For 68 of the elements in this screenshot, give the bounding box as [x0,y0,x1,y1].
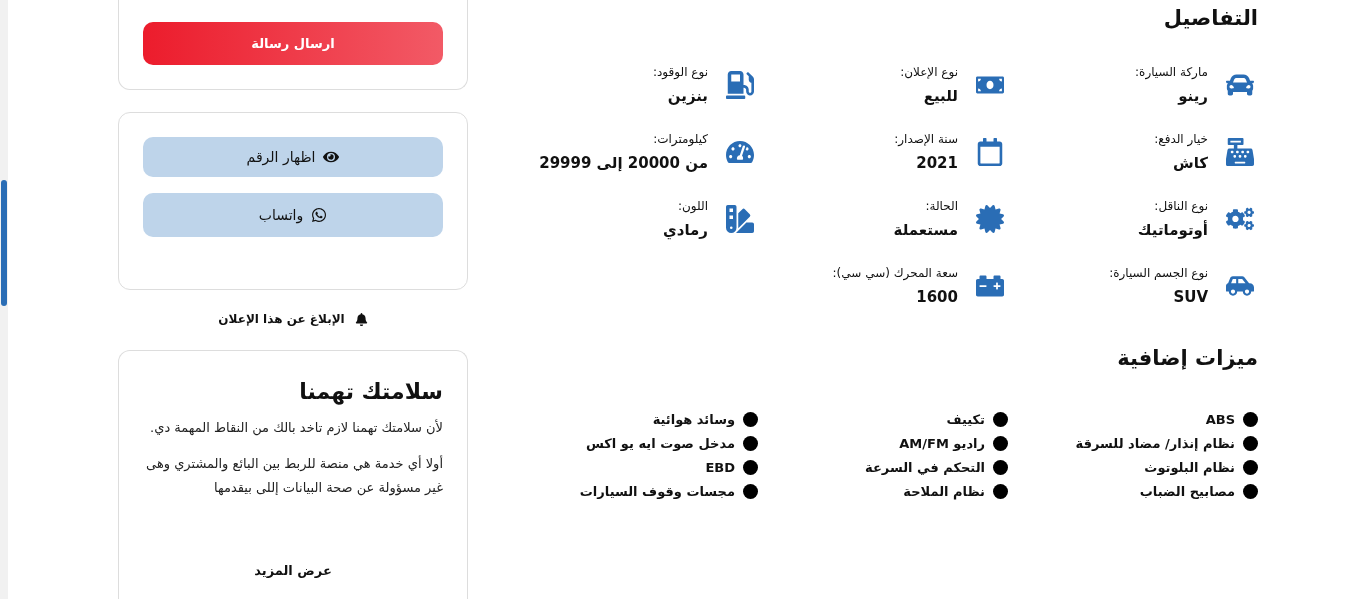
features-heading: ميزات إضافية [1116,346,1258,370]
safety-paragraph: أولا أي خدمة هي منصة للربط بين البائع والمشتري وهى غير مسؤولة عن صحة البيانات إللى بيقدمها [145,454,443,498]
show-more-button[interactable]: عرض المزيد [248,562,338,579]
feature-text: التحكم في السرعة [865,460,985,475]
bullet-icon [993,460,1008,475]
detail-value: SUV [1172,288,1208,306]
safety-paragraph: لأن سلامتك تهمنا لازم تاخد بالك من النقاط المهمة دي. [149,418,443,438]
detail-value: كاش [1171,154,1208,172]
detail-label: خيار الدفع: [1154,132,1208,146]
bullet-icon [743,412,758,427]
detail-value: 1600 [915,288,958,306]
scrollbar[interactable] [0,0,8,599]
bullet-icon [743,484,758,499]
feature-text: نظام الملاحة [903,484,985,499]
feature-text: مصابيح الضباب [1139,484,1235,499]
feature-text: نظام إنذار/ مضاد للسرقة [1075,436,1235,451]
detail-label: نوع الناقل: [1153,199,1208,213]
show-number-button[interactable]: اظهار الرقم [143,137,443,177]
detail-label: نوع الجسم السيارة: [1109,266,1208,280]
detail-value: للبيع [922,87,958,105]
detail-value: مستعملة [893,221,958,239]
feature-text: تكييف [946,412,985,427]
speedometer-icon [726,138,754,166]
feature-text: EBD [705,460,735,475]
detail-value: رمادي [663,221,708,239]
scroll-thumb[interactable] [1,180,7,306]
cash-register-icon [1226,138,1254,166]
detail-label: كيلومترات: [652,132,708,146]
bullet-icon [743,436,758,451]
detail-value: من 20000 إلى 29999 [539,154,708,172]
detail-label: ماركة السيارة: [1135,65,1208,79]
detail-value: بنزين [666,87,708,105]
feature-text: مجسات وقوف السيارات [579,484,735,499]
eye-icon [323,149,340,165]
bullet-icon [993,436,1008,451]
send-message-button[interactable]: ارسال رسالة [143,22,443,65]
bullet-icon [743,460,758,475]
detail-value: رينو [1176,87,1208,105]
detail-label: نوع الوقود: [652,65,708,79]
safety-title: سلامتك تهمنا [298,379,443,404]
report-link[interactable]: الإبلاغ عن هذا الإعلان [218,312,368,326]
gears-icon [1226,205,1254,233]
detail-value: 2021 [915,154,958,172]
feature-text: نظام البلوتوث [1144,460,1235,475]
details-heading: التفاصيل [1162,6,1258,30]
starburst-icon [976,205,1004,233]
fuel-pump-icon [726,71,754,99]
bullet-icon [1243,460,1258,475]
feature-text: راديو AM/FM [899,436,985,451]
bullet-icon [993,412,1008,427]
whatsapp-icon [311,207,328,223]
detail-value: أوتوماتيك [1137,221,1208,239]
detail-label: اللون: [676,199,708,213]
bullet-icon [1243,412,1258,427]
feature-text: ABS [1205,412,1235,427]
bullet-icon [993,484,1008,499]
bullet-icon [1243,484,1258,499]
detail-label: سعة المحرك (سي سي): [832,266,958,280]
swatch-icon [726,205,754,233]
detail-label: نوع الإعلان: [900,65,958,79]
detail-label: الحالة: [924,199,958,213]
calendar-icon [976,138,1004,166]
detail-label: سنة الإصدار: [894,132,958,146]
whatsapp-button[interactable]: واتساب [143,193,443,237]
bell-icon [354,312,368,326]
feature-text: مدخل صوت ايه يو اكس [585,436,735,451]
bullet-icon [1243,436,1258,451]
feature-text: وسائد هوائية [652,412,735,427]
